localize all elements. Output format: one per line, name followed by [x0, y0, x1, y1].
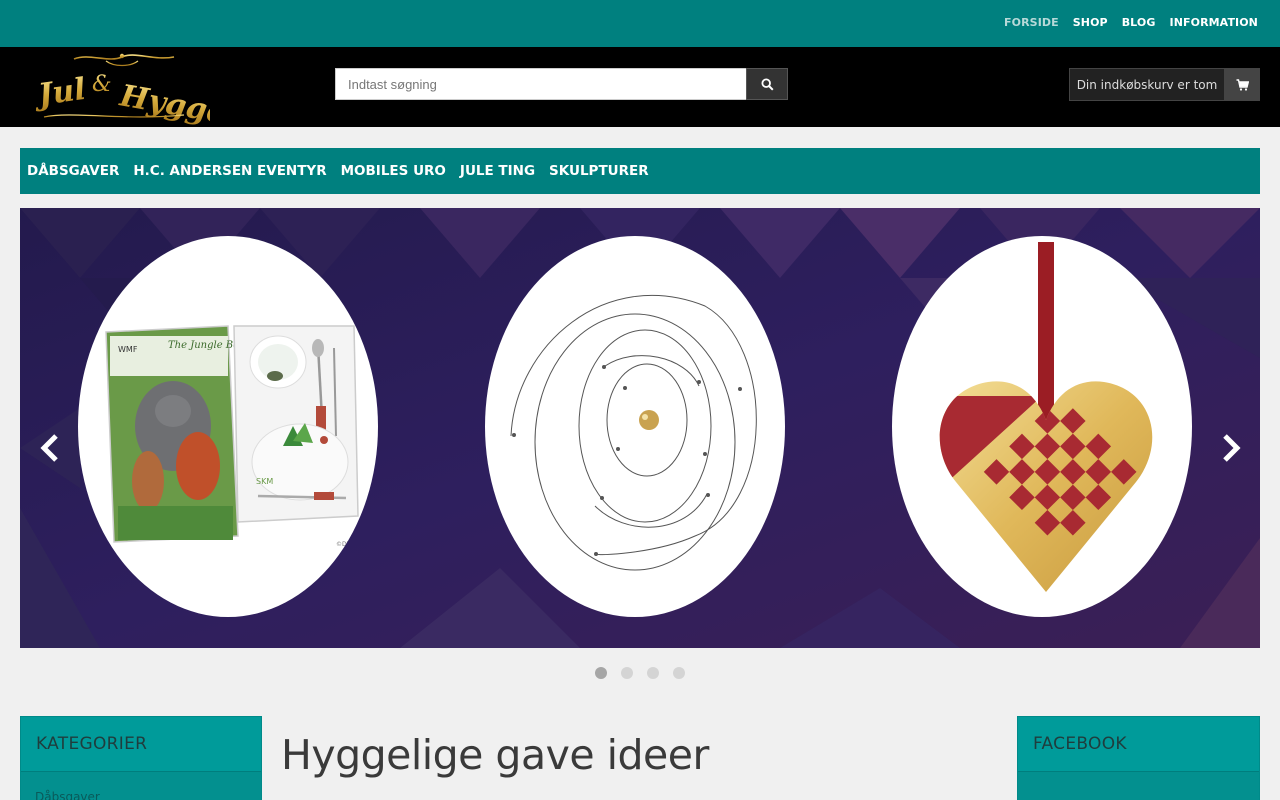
categories-panel: KATEGORIER Dåbsgaver	[20, 716, 262, 800]
search-bar	[335, 68, 788, 100]
svg-text:©Disney: ©Disney	[336, 541, 363, 548]
slide-jungle-book[interactable]: WMF The Jungle Book SKM ©Disney	[78, 236, 378, 617]
slide-woven-heart[interactable]	[892, 236, 1192, 617]
category-mobiles-uro[interactable]: MOBILES URO	[341, 163, 446, 179]
facebook-panel-body	[1018, 772, 1259, 800]
page-title: Hyggelige gave ideer	[281, 731, 709, 779]
topnav-blog[interactable]: BLOG	[1122, 16, 1156, 29]
logo-graphic: Jul & Hygge	[31, 53, 229, 131]
mobile-uro-image	[510, 294, 757, 571]
logo[interactable]: Jul & Hygge	[31, 51, 229, 131]
category-nav: DÅBSGAVER H.C. ANDERSEN EVENTYR MOBILES …	[20, 148, 1260, 194]
jungle-book-set-image: WMF The Jungle Book SKM ©Disney	[105, 325, 363, 548]
svg-text:SKM: SKM	[256, 477, 273, 486]
category-jule-ting[interactable]: JULE TING	[460, 163, 535, 179]
slider-next-button[interactable]	[1215, 430, 1245, 466]
topnav-forside[interactable]: FORSIDE	[1004, 16, 1059, 29]
top-nav: FORSIDE SHOP BLOG INFORMATION	[990, 16, 1258, 29]
search-icon	[760, 77, 774, 91]
cart-widget[interactable]: Din indkøbskurv er tom	[1069, 68, 1260, 101]
svg-text:&: &	[92, 72, 112, 97]
search-input[interactable]	[335, 68, 746, 100]
search-button[interactable]	[746, 68, 788, 100]
slider-dot-4[interactable]	[673, 667, 685, 679]
hero-slider: WMF The Jungle Book SKM ©Disney	[20, 208, 1260, 648]
chevron-right-icon	[1223, 434, 1241, 462]
topnav-shop[interactable]: SHOP	[1073, 16, 1108, 29]
slider-prev-button[interactable]	[36, 430, 66, 466]
header: Jul & Hygge Din indkøbskurv er tom	[0, 47, 1280, 131]
woven-heart-image	[939, 242, 1153, 592]
slider-dots	[595, 667, 685, 679]
topnav-information[interactable]: INFORMATION	[1170, 16, 1259, 29]
category-hc-andersen[interactable]: H.C. ANDERSEN EVENTYR	[133, 163, 326, 179]
slider-dot-3[interactable]	[647, 667, 659, 679]
chevron-left-icon	[40, 434, 58, 462]
category-skulpturer[interactable]: SKULPTURER	[549, 163, 649, 179]
cart-status[interactable]: Din indkøbskurv er tom	[1069, 68, 1225, 101]
facebook-panel: FACEBOOK	[1017, 716, 1260, 800]
category-dabsgaver[interactable]: DÅBSGAVER	[27, 163, 119, 179]
cart-button[interactable]	[1225, 68, 1260, 101]
facebook-panel-title: FACEBOOK	[1018, 717, 1259, 772]
categories-first-item[interactable]: Dåbsgaver	[21, 772, 261, 800]
svg-text:Jul: Jul	[34, 72, 88, 114]
slide-mobile-uro[interactable]	[485, 236, 785, 617]
slider-dot-2[interactable]	[621, 667, 633, 679]
svg-text:WMF: WMF	[118, 345, 138, 354]
slider-dot-1[interactable]	[595, 667, 607, 679]
cart-icon	[1236, 78, 1249, 91]
top-bar: FORSIDE SHOP BLOG INFORMATION	[0, 0, 1280, 47]
categories-panel-title: KATEGORIER	[21, 717, 261, 772]
svg-text:Hygge: Hygge	[116, 78, 210, 125]
